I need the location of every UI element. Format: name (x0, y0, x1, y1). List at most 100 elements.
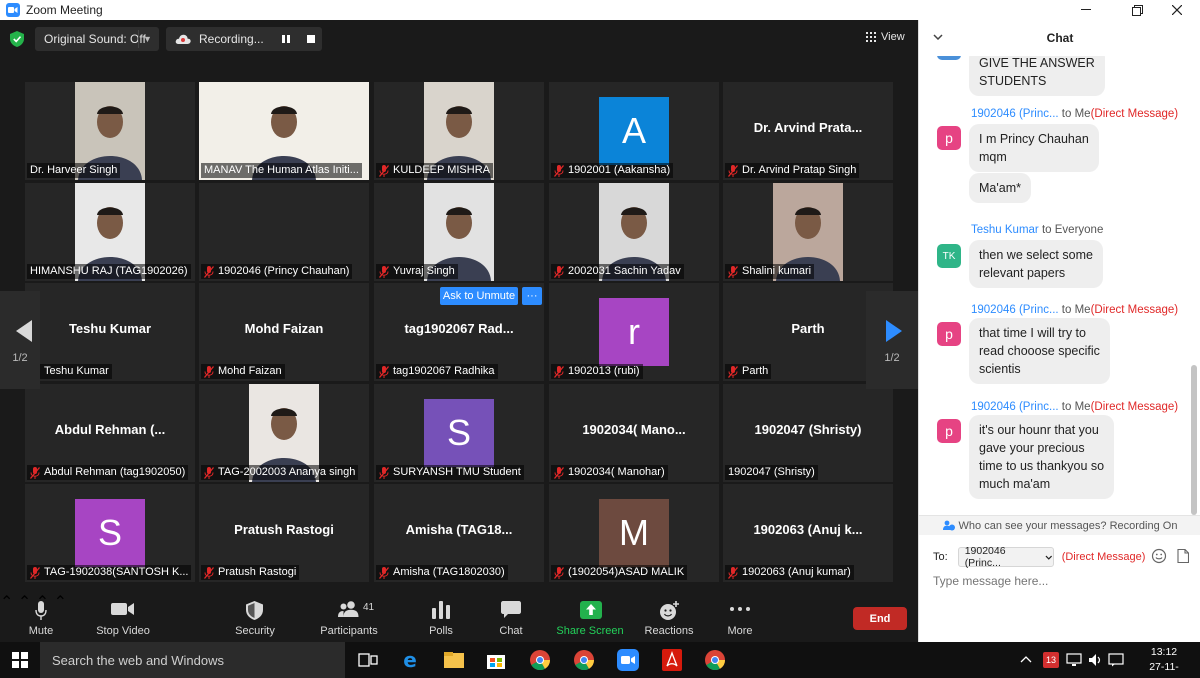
more-label: More (727, 625, 753, 637)
participant-tile[interactable]: Dr. Arvind Prata... Dr. Arvind Pratap Sin… (723, 82, 893, 180)
chevron-down-icon[interactable] (933, 32, 943, 43)
message-visibility-notice[interactable]: Who can see your messages? Recording On (919, 515, 1200, 535)
tray-notification-badge[interactable]: 13 (1043, 652, 1059, 668)
recipient-select[interactable]: 1902046 (Princ... (957, 545, 1054, 569)
participant-tile[interactable]: A 1902001 (Aakansha) (549, 82, 719, 180)
tile-more-options-button[interactable]: ··· (522, 287, 542, 305)
participant-tile[interactable]: 1902063 (Anuj k... 1902063 (Anuj kumar) (723, 484, 893, 582)
participant-name-label: TAG-1902038(SANTOSH K... (27, 565, 192, 580)
participant-name-label: 1902063 (Anuj kumar) (725, 565, 854, 580)
share-screen-arrow-icon (580, 601, 602, 619)
participant-tile[interactable]: M (1902054)ASAD MALIK (549, 484, 719, 582)
taskbar-search-box[interactable]: Search the web and Windows (40, 642, 345, 678)
participant-name-label: KULDEEP MISHRA (376, 163, 493, 178)
chrome-alt-icon[interactable] (703, 648, 727, 672)
view-button[interactable]: View (866, 31, 905, 43)
participant-tile[interactable]: Teshu Kumar Teshu Kumar (25, 283, 195, 381)
participant-tile[interactable]: Yuvraj Singh (374, 183, 544, 281)
participant-tile[interactable]: MANAV The Human Atlas Initi... (199, 82, 369, 180)
participant-tile[interactable]: KULDEEP MISHRA (374, 82, 544, 180)
sender-avatar: p (937, 322, 961, 346)
close-window-button[interactable] (1154, 0, 1200, 20)
participant-tile[interactable]: Shalini kumari (723, 183, 893, 281)
recipient-name: Everyone (1054, 224, 1104, 236)
stop-recording-icon[interactable] (307, 35, 315, 43)
windows-start-icon[interactable] (12, 652, 28, 668)
next-page-button[interactable]: 1/2 (866, 291, 918, 389)
share-screen-button[interactable]: Share Screen (556, 592, 624, 642)
participant-name: Parth (742, 365, 769, 377)
more-button[interactable]: More (720, 592, 760, 642)
sender-name[interactable]: 1902046 (Princ... (971, 304, 1059, 316)
participant-tile[interactable]: HIMANSHU RAJ (TAG1902026) (25, 183, 195, 281)
reactions-label: Reactions (644, 625, 694, 637)
sender-name[interactable]: 1902046 (Princ... (971, 108, 1059, 120)
sender-name[interactable]: Teshu Kumar (971, 224, 1039, 236)
participant-tile[interactable]: Abdul Rehman (... Abdul Rehman (tag190205… (25, 384, 195, 482)
store-icon[interactable] (484, 648, 508, 672)
chevron-down-icon[interactable]: ▼ (138, 30, 156, 48)
end-meeting-button[interactable]: End (853, 607, 907, 630)
ask-to-unmute-button[interactable]: Ask to Unmute (440, 287, 518, 305)
video-camera-icon (111, 603, 134, 615)
participant-display-name: 1902034( Mano... (582, 422, 686, 437)
security-shield-icon[interactable] (10, 31, 24, 47)
chat-bubble: Ma'am* (969, 173, 1031, 203)
participant-name: Mohd Faizan (218, 365, 282, 377)
muted-microphone-icon (204, 566, 214, 579)
emoji-icon[interactable] (1151, 548, 1167, 564)
participant-tile[interactable]: Dr. Harveer Singh (25, 82, 195, 180)
chrome-icon[interactable] (528, 648, 552, 672)
participant-tile[interactable]: 1902047 (Shristy) 1902047 (Shristy) (723, 384, 893, 482)
participant-avatar: r (599, 298, 669, 366)
participants-button[interactable]: 41 Participants (318, 592, 380, 642)
task-view-icon[interactable] (356, 648, 380, 672)
participant-tile[interactable]: Pratush Rastogi Pratush Rastogi (199, 484, 369, 582)
sender-avatar: TK (937, 244, 961, 268)
stop-video-button[interactable]: Stop Video (92, 592, 154, 642)
participant-tile[interactable]: S SURYANSH TMU Student (374, 384, 544, 482)
muted-microphone-icon (204, 466, 214, 479)
sender-name[interactable]: 1902046 (Princ... (971, 401, 1059, 413)
participant-tile[interactable]: Amisha (TAG18... Amisha (TAG1802030) (374, 484, 544, 582)
original-sound-toggle[interactable]: Original Sound: Off ▼ (35, 27, 159, 51)
zoom-app-icon[interactable] (616, 648, 640, 672)
original-sound-label: Original Sound: Off (44, 32, 146, 46)
participant-tile[interactable]: 1902034( Mano... 1902034( Manohar) (549, 384, 719, 482)
polls-button[interactable]: Polls (422, 592, 460, 642)
participant-tile[interactable]: r 1902013 (rubi) (549, 283, 719, 381)
chat-button[interactable]: Chat (492, 592, 530, 642)
acrobat-reader-icon[interactable] (660, 648, 684, 672)
audio-options-chevron-icon[interactable]: ⌃ (0, 594, 13, 611)
participant-tile[interactable]: Mohd Faizan Mohd Faizan (199, 283, 369, 381)
reactions-button[interactable]: Reactions (642, 592, 696, 642)
recipient-value: 1902046 (Princ... (964, 545, 1006, 569)
muted-microphone-icon (30, 566, 40, 579)
participant-tile[interactable]: 2002031 Sachin Yadav (549, 183, 719, 281)
chat-message-list[interactable]: GIVE THE ANSWER STUDENTS 1902046 (Princ..… (919, 56, 1200, 512)
minimize-button[interactable] (1063, 0, 1109, 20)
participant-name-label: Amisha (TAG1802030) (376, 565, 508, 580)
participant-tile[interactable]: 1902046 (Princy Chauhan) (199, 183, 369, 281)
chat-message-input[interactable] (933, 572, 1183, 590)
participant-tile[interactable]: S TAG-1902038(SANTOSH K... (25, 484, 195, 582)
tray-show-hidden-icon[interactable] (1020, 654, 1032, 666)
muted-microphone-icon (554, 365, 564, 378)
participant-name: tag1902067 Radhika (393, 365, 495, 377)
previous-page-button[interactable]: 1/2 (0, 291, 40, 389)
network-icon[interactable] (1066, 653, 1082, 667)
volume-icon[interactable] (1088, 653, 1102, 667)
mute-button[interactable]: Mute (22, 592, 60, 642)
taskbar-clock[interactable]: 13:12 27-11-2021 (1138, 645, 1190, 678)
file-explorer-icon[interactable] (442, 648, 466, 672)
chat-scrollbar[interactable] (1191, 365, 1197, 515)
chrome-profile-icon[interactable] (572, 648, 596, 672)
action-center-icon[interactable] (1108, 653, 1124, 667)
edge-browser-icon[interactable]: e (398, 648, 422, 672)
pause-recording-icon[interactable] (282, 35, 290, 43)
muted-microphone-icon (554, 164, 564, 177)
participant-tile[interactable]: TAG-2002003 Ananya singh (199, 384, 369, 482)
security-button[interactable]: Security (230, 592, 280, 642)
muted-microphone-icon (204, 265, 214, 278)
file-attach-icon[interactable] (1177, 549, 1189, 563)
